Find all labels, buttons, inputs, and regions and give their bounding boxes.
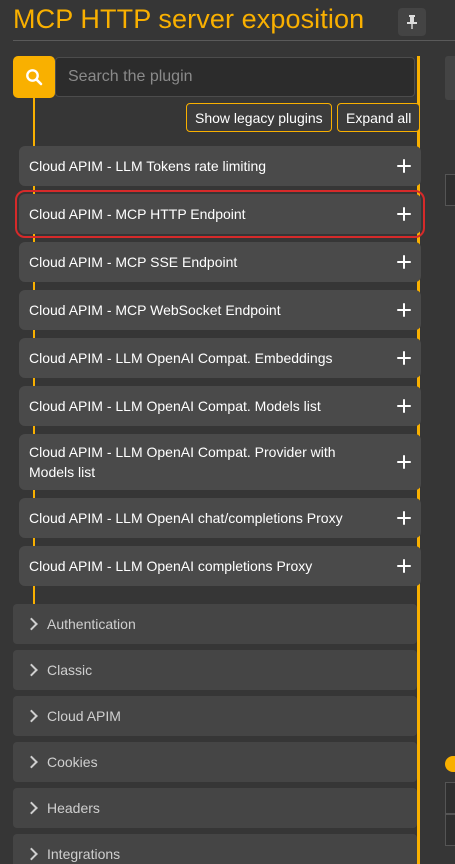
plugin-item-openai-compat-embeddings[interactable]: Cloud APIM - LLM OpenAI Compat. Embeddin… xyxy=(19,338,421,378)
plugin-list: Cloud APIM - LLM Tokens rate limiting Cl… xyxy=(15,146,425,594)
plugin-item-llm-tokens-rate-limiting[interactable]: Cloud APIM - LLM Tokens rate limiting xyxy=(19,146,421,186)
category-integrations[interactable]: Integrations xyxy=(13,834,417,864)
chevron-right-icon xyxy=(25,617,38,631)
category-label: Classic xyxy=(47,662,93,678)
plugin-label: Cloud APIM - LLM OpenAI Compat. Embeddin… xyxy=(29,350,333,366)
plus-icon[interactable] xyxy=(397,255,411,269)
plus-icon[interactable] xyxy=(397,351,411,365)
plugin-label: Cloud APIM - MCP HTTP Endpoint xyxy=(29,206,246,222)
plugin-label: Cloud APIM - MCP SSE Endpoint xyxy=(29,254,238,270)
category-label: Cloud APIM xyxy=(47,708,121,724)
category-classic[interactable]: Classic xyxy=(13,650,417,690)
plugin-label: Cloud APIM - LLM OpenAI chat/completions… xyxy=(29,510,343,526)
chevron-right-icon xyxy=(25,709,38,723)
category-authentication[interactable]: Authentication xyxy=(13,604,417,644)
plugin-label: Cloud APIM - LLM OpenAI Compat. Models l… xyxy=(29,398,321,414)
category-headers[interactable]: Headers xyxy=(13,788,417,828)
plus-icon[interactable] xyxy=(397,207,411,221)
plus-icon[interactable] xyxy=(397,303,411,317)
chevron-right-icon xyxy=(25,755,38,769)
pin-icon xyxy=(407,15,417,29)
page-title: MCP HTTP server exposition xyxy=(13,4,365,34)
search-icon xyxy=(26,69,43,86)
category-label: Headers xyxy=(47,800,100,816)
plugin-label: Cloud APIM - LLM OpenAI Compat. Provider… xyxy=(29,444,336,480)
right-panel-box xyxy=(445,782,455,814)
plus-icon[interactable] xyxy=(397,455,411,469)
plugin-item-mcp-sse-endpoint[interactable]: Cloud APIM - MCP SSE Endpoint xyxy=(19,242,421,282)
right-panel-edge xyxy=(445,56,455,100)
search-input[interactable] xyxy=(55,57,415,97)
right-panel-box xyxy=(445,814,455,846)
right-panel-indicator xyxy=(445,756,455,772)
expand-all-button[interactable]: Expand all xyxy=(337,103,421,132)
search-button[interactable] xyxy=(13,56,55,98)
plus-icon[interactable] xyxy=(397,399,411,413)
category-cookies[interactable]: Cookies xyxy=(13,742,417,782)
category-cloud-apim[interactable]: Cloud APIM xyxy=(13,696,417,736)
category-label: Authentication xyxy=(47,616,136,632)
plus-icon[interactable] xyxy=(397,559,411,573)
chevron-right-icon xyxy=(25,847,38,861)
plugin-item-openai-compat-models-list[interactable]: Cloud APIM - LLM OpenAI Compat. Models l… xyxy=(19,386,421,426)
pin-button[interactable] xyxy=(398,8,426,36)
show-legacy-plugins-button[interactable]: Show legacy plugins xyxy=(186,103,332,132)
plugin-item-mcp-http-endpoint[interactable]: Cloud APIM - MCP HTTP Endpoint xyxy=(15,190,425,238)
plus-icon[interactable] xyxy=(397,511,411,525)
title-divider xyxy=(13,40,455,41)
category-list: Authentication Classic Cloud APIM Cookie… xyxy=(13,604,417,864)
chevron-right-icon xyxy=(25,663,38,677)
plugin-label: Cloud APIM - LLM OpenAI completions Prox… xyxy=(29,558,313,574)
plugin-panel: MCP HTTP server exposition Show legacy p… xyxy=(0,0,455,864)
chevron-right-icon xyxy=(25,801,38,815)
category-label: Cookies xyxy=(47,754,98,770)
category-label: Integrations xyxy=(47,846,121,862)
plugin-item-openai-completions-proxy[interactable]: Cloud APIM - LLM OpenAI completions Prox… xyxy=(19,546,421,586)
plugin-label: Cloud APIM - MCP WebSocket Endpoint xyxy=(29,302,281,318)
right-panel-box xyxy=(445,174,455,206)
plugin-item-mcp-websocket-endpoint[interactable]: Cloud APIM - MCP WebSocket Endpoint xyxy=(19,290,421,330)
plus-icon[interactable] xyxy=(397,159,411,173)
plugin-item-openai-chat-completions-proxy[interactable]: Cloud APIM - LLM OpenAI chat/completions… xyxy=(19,498,421,538)
plugin-item-openai-compat-provider-models-list[interactable]: Cloud APIM - LLM OpenAI Compat. Provider… xyxy=(19,434,421,490)
plugin-label: Cloud APIM - LLM Tokens rate limiting xyxy=(29,158,267,174)
